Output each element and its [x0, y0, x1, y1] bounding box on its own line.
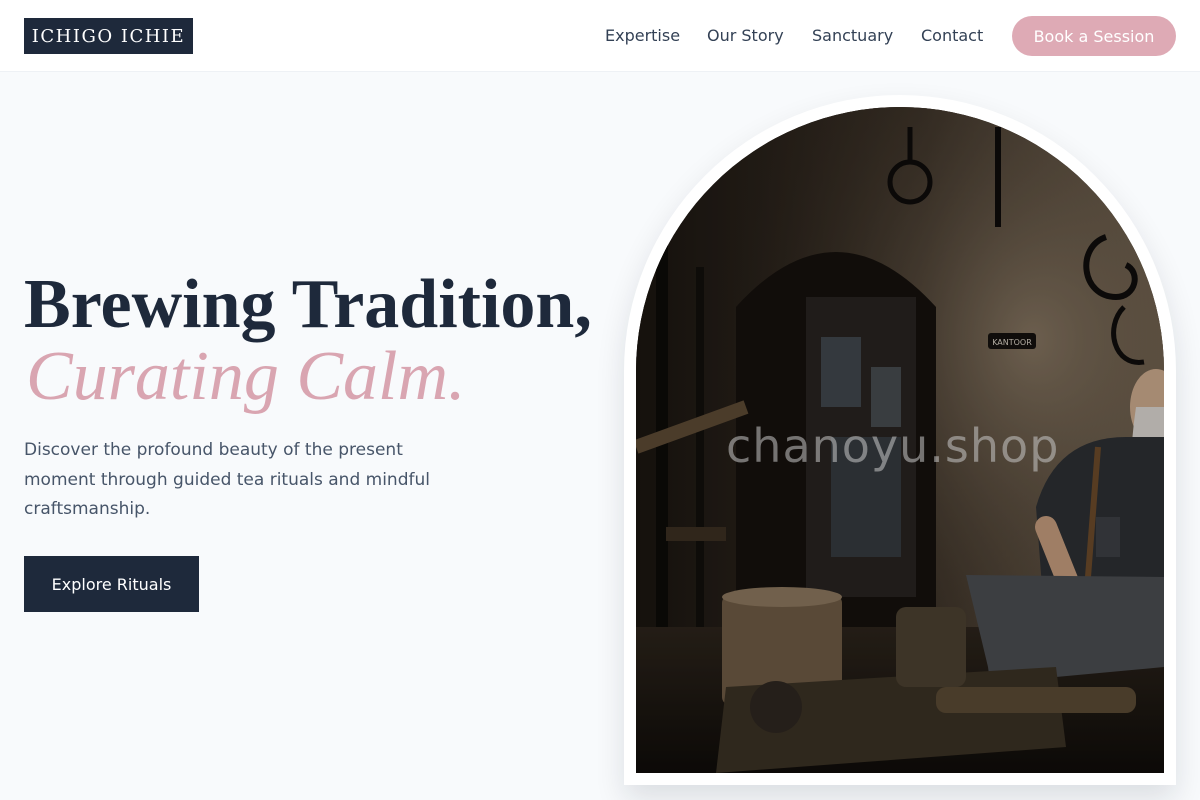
book-session-button[interactable]: Book a Session: [1012, 16, 1176, 56]
nav-link-sanctuary[interactable]: Sanctuary: [812, 26, 893, 46]
hero-headline-accent: Curating Calm.: [26, 338, 466, 415]
nav-link-our-story[interactable]: Our Story: [707, 26, 784, 46]
hero-photo: KANTOOR chanoyu.shop: [636, 107, 1164, 773]
explore-rituals-button[interactable]: Explore Rituals: [24, 556, 199, 612]
site-header: ICHIGO ICHIE Expertise Our Story Sanctua…: [0, 0, 1200, 72]
hero-description: Discover the profound beauty of the pres…: [24, 440, 430, 519]
hero-headline: Brewing Tradition,: [24, 266, 592, 343]
nav-link-contact[interactable]: Contact: [921, 26, 983, 46]
watermark-text: chanoyu.shop: [726, 419, 1060, 473]
nav-link-expertise[interactable]: Expertise: [605, 26, 680, 46]
hero-image-frame: KANTOOR chanoyu.shop: [624, 95, 1176, 785]
site-logo[interactable]: ICHIGO ICHIE: [24, 18, 193, 54]
